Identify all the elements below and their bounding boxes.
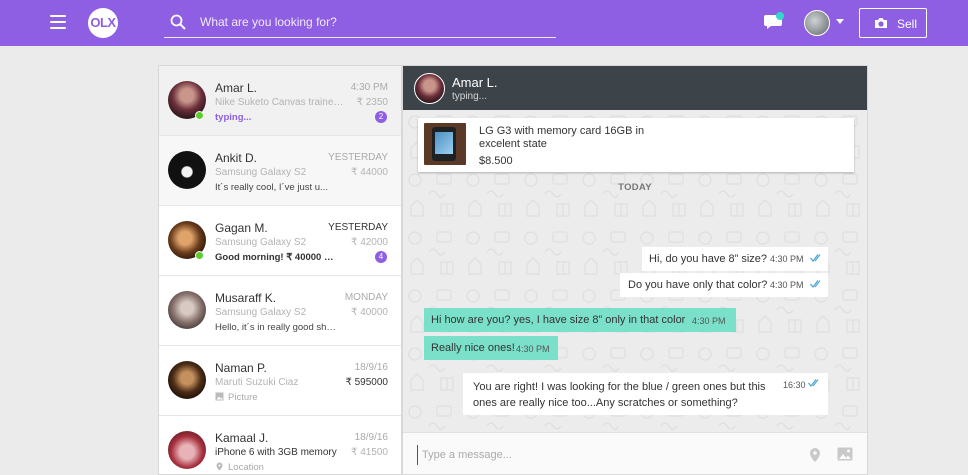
listing-price: ₹ 44000 [351,167,388,178]
message-text: Hi, do you have 8” size? [649,253,768,265]
date-separator: TODAY [618,182,652,193]
last-message: Hello, it´s in really good sha... [215,322,337,333]
chat-status: typing... [452,91,488,102]
listing-title: Nike Suketo Canvas trainee... [215,97,345,108]
message-text: You are right! I was looking for the blu… [473,381,766,409]
listing-price: ₹ 595000 [345,377,388,388]
contact-name: Gagan M. [215,221,268,235]
online-indicator [195,251,204,260]
last-message: Location [215,462,337,473]
last-message: It´s really cool, I´ve just u... [215,182,328,193]
chat-contact-name: Amar L. [452,75,498,90]
search-input[interactable] [200,10,540,34]
conversation-item[interactable]: Naman P. 18/9/16 Maruti Suzuki Ciaz ₹ 59… [159,346,401,416]
message-time: 4:30 PM [770,254,804,264]
listing-image [424,123,466,165]
sell-button[interactable]: Sell [859,8,927,38]
double-check-icon [808,379,819,387]
conversation-time: 18/9/16 [354,432,388,443]
last-message: Good morning! ₹ 40000 an... [215,252,337,263]
contact-name: Ankit D. [215,151,258,165]
chat-header: Amar L. typing... [403,66,867,110]
contact-name: Naman P. [215,361,267,375]
conversation-item[interactable]: Ankit D. YESTERDAY Samsung Galaxy S2 ₹ 4… [159,136,401,206]
listing-title: iPhone 6 with 3GB memory [215,447,337,458]
message-time: 4:30 PM [770,280,804,290]
last-message-text: Location [228,462,264,473]
message-bubble-incoming: Hi how are you? yes, I have size 8” only… [424,308,736,332]
message-bubble-outgoing: You are right! I was looking for the blu… [463,373,828,415]
listing-title: Samsung Galaxy S2 [215,307,307,318]
contact-name: Amar L. [215,81,258,95]
conversation-time: YESTERDAY [328,152,388,163]
last-message: Picture [215,392,337,403]
message-input[interactable] [417,445,787,465]
message-time: 4:30 PM [692,316,726,326]
avatar[interactable] [414,73,445,104]
chevron-down-icon[interactable] [836,19,844,24]
hamburger-menu-icon[interactable] [50,15,66,29]
message-bubble-outgoing: Hi, do you have 8” size? 4:30 PM [642,247,828,271]
conversation-time: YESTERDAY [328,222,388,233]
sell-button-label: Sell [897,17,918,31]
notification-dot [776,12,784,20]
listing-price: ₹ 41500 [351,447,388,458]
olx-logo[interactable]: OLX [88,8,118,38]
message-composer [403,432,867,474]
avatar [168,291,206,329]
image-icon[interactable] [837,447,853,461]
message-time: 4:30 PM [516,344,550,354]
listing-price: ₹ 42000 [351,237,388,248]
search-icon[interactable] [170,14,186,30]
listing-title: Samsung Galaxy S2 [215,237,307,248]
listing-title: Samsung Galaxy S2 [215,167,307,178]
contact-name: Musaraff K. [215,291,277,305]
conversation-time: MONDAY [344,292,388,303]
double-check-icon [810,280,821,288]
listing-card[interactable]: LG G3 with memory card 16GB in excelent … [418,118,854,172]
conversation-time: 18/9/16 [354,362,388,373]
listing-price: ₹ 40000 [351,307,388,318]
listing-title: Maruti Suzuki Ciaz [215,377,299,388]
camera-icon [875,18,887,28]
location-pin-icon [216,462,223,471]
last-message: typing... [215,112,252,123]
conversation-time: 4:30 PM [350,82,388,93]
conversation-item[interactable]: Kamaal J. 18/9/16 iPhone 6 with 3GB memo… [159,416,401,474]
unread-badge: 2 [375,111,387,123]
conversation-item[interactable]: Gagan M. YESTERDAY Samsung Galaxy S2 ₹ 4… [159,206,401,276]
listing-title: LG G3 with memory card 16GB in excelent … [479,125,645,150]
online-indicator [195,111,204,120]
avatar [168,151,206,189]
contact-name: Kamaal J. [215,431,269,445]
message-text: Really nice ones! [431,342,515,354]
last-message-text: Picture [228,392,258,403]
message-bubble-outgoing: Do you have only that color? 4:30 PM [620,273,828,297]
chat-panel: Amar L. typing... LG G3 with memory card… [402,65,868,475]
avatar [168,431,206,469]
location-pin-icon[interactable] [809,447,821,463]
message-bubble-incoming: Really nice ones! 4:30 PM [424,336,558,360]
conversation-list: Amar L. 4:30 PM Nike Suketo Canvas train… [158,65,402,475]
double-check-icon [810,254,821,262]
message-text: Do you have only that color? [628,279,768,291]
user-avatar[interactable] [804,10,830,36]
picture-icon [215,392,224,401]
conversation-item[interactable]: Amar L. 4:30 PM Nike Suketo Canvas train… [159,66,401,136]
search-bar [164,8,556,38]
unread-badge: 4 [375,251,387,263]
listing-price: ₹ 2350 [356,97,388,108]
listing-price: $8.500 [479,155,513,167]
message-time: 16:30 [783,380,806,390]
conversation-item[interactable]: Musaraff K. MONDAY Samsung Galaxy S2 ₹ 4… [159,276,401,346]
avatar [168,361,206,399]
message-text: Hi how are you? yes, I have size 8” only… [431,314,686,326]
top-bar: OLX Sell [0,0,968,46]
